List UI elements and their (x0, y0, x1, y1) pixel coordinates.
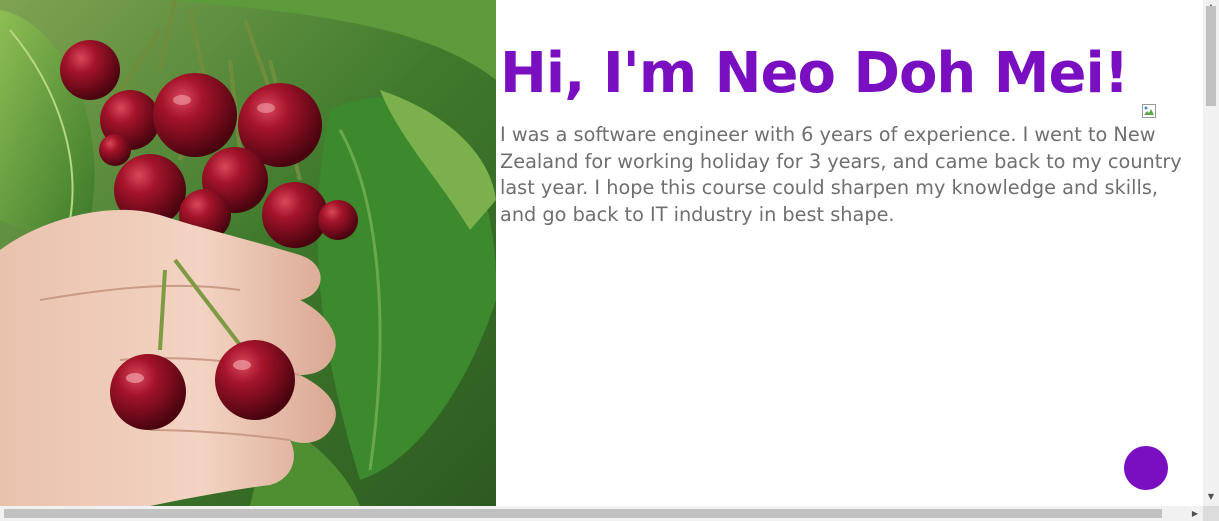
profile-heading: Hi, I'm Neo Doh Mei! (500, 40, 1157, 118)
scrollbar-corner (1203, 506, 1219, 521)
arrow-right-icon[interactable]: ▶ (1188, 506, 1202, 521)
profile-bio: I was a software engineer with 6 years o… (500, 123, 1182, 226)
page: Hi, I'm Neo Doh Mei! I was a software en… (0, 0, 1219, 521)
arrow-down-icon[interactable]: ▼ (1203, 490, 1219, 504)
profile-photo (0, 0, 496, 506)
broken-image-icon (1142, 66, 1157, 118)
vertical-scroll-thumb[interactable] (1206, 6, 1216, 106)
horizontal-scroll-thumb[interactable] (4, 509, 1162, 518)
circle-button[interactable] (1124, 446, 1168, 490)
vertical-scrollbar[interactable]: ▲ ▼ (1203, 0, 1219, 506)
profile-heading-text: Hi, I'm Neo Doh Mei! (500, 41, 1129, 106)
horizontal-scrollbar[interactable]: ▶ (0, 506, 1203, 521)
